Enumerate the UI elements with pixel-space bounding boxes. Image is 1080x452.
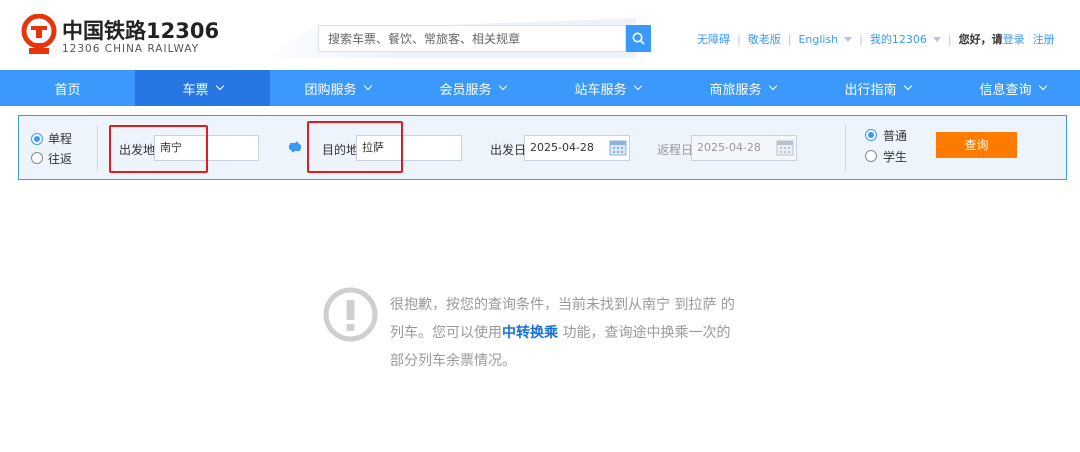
logo-title[interactable]: 中国铁路12306 [62,15,219,45]
return-date-label: 返程日 [657,143,694,157]
warning-icon [323,287,378,342]
nav-item-6[interactable]: 出行指南 [810,70,945,106]
no-result-line3: 部分列车余票情况。 [390,353,516,369]
no-result-message: 很抱歉，按您的查询条件，当前未找到从南宁 到拉萨 的 列车。您可以使用中转换乘 … [390,291,770,375]
no-result-text: 列车。您可以使用 [390,325,502,341]
chevron-down-icon [768,81,777,91]
highlight-box [307,121,403,173]
chevron-down-icon[interactable] [932,36,941,42]
search-button[interactable] [626,25,651,52]
calendar-icon[interactable] [609,139,627,156]
register-link[interactable]: 注册 [1033,31,1055,47]
nav-item-label: 团购服务 [304,82,357,98]
normal-ticket-label[interactable]: 普通 [883,127,907,144]
top-links: 无障碍 | 敬老版 | English | 我的12306 | 您好，请登录 注册 [697,31,1055,47]
one-way-label[interactable]: 单程 [48,130,72,147]
nav-item-label: 站车服务 [574,82,627,98]
nav-item-0[interactable]: 首页 [0,70,135,106]
transfer-link[interactable]: 中转换乘 [502,325,558,341]
chevron-down-icon[interactable] [844,36,853,42]
divider [845,125,846,171]
chevron-down-icon [633,81,642,91]
my12306-link[interactable]: 我的12306 [870,31,927,47]
nav-item-4[interactable]: 站车服务 [540,70,675,106]
nav-item-label: 首页 [54,82,81,98]
no-result-text: 功能，查询途中换乘一次的 [558,325,731,341]
normal-ticket-radio[interactable] [865,129,877,141]
separator: | [947,32,952,46]
elder-mode-link[interactable]: 敬老版 [748,31,781,47]
highlight-box [109,125,208,173]
separator: | [859,32,863,46]
english-link[interactable]: English [798,33,838,46]
divider [97,125,98,171]
separator: | [787,32,792,46]
logo-subtitle: 12306 CHINA RAILWAY [62,43,200,55]
nav-item-label: 车票 [182,82,209,98]
student-ticket-radio[interactable] [865,150,877,162]
no-result-line2: 列车。您可以使用中转换乘 功能，查询途中换乘一次的 [390,319,770,347]
depart-date-label: 出发日 [490,143,527,157]
main-nav: 首页 车票 团购服务 会员服务 站车服务 商旅服务 出行指南 信息查询 [0,70,1080,106]
student-ticket-label[interactable]: 学生 [883,148,907,165]
railway-logo-icon[interactable] [20,14,58,56]
nav-item-label: 信息查询 [979,82,1032,98]
nav-item-5[interactable]: 商旅服务 [675,70,810,106]
chevron-down-icon [498,81,507,91]
login-link[interactable]: 登录 [1003,31,1025,47]
nav-item-label: 商旅服务 [709,82,762,98]
chevron-down-icon [363,81,372,91]
no-result-line1: 很抱歉，按您的查询条件，当前未找到从南宁 到拉萨 的 [390,297,735,313]
search-box [318,25,626,52]
greeting-text: 您好，请 [958,33,1003,46]
query-button[interactable]: 查询 [936,132,1017,158]
search-input[interactable] [319,26,625,51]
calendar-icon[interactable] [776,139,794,156]
nav-item-3[interactable]: 会员服务 [405,70,540,106]
chevron-down-icon [1038,81,1047,91]
swap-icon[interactable] [288,141,302,153]
round-trip-radio[interactable] [31,152,43,164]
site-header: 中国铁路12306 12306 CHINA RAILWAY 无障碍 | 敬老版 | En… [0,0,1080,70]
accessibility-link[interactable]: 无障碍 [697,31,730,47]
chevron-down-icon [215,81,224,91]
nav-item-label: 出行指南 [844,82,897,98]
nav-item-7[interactable]: 信息查询 [945,70,1080,106]
nav-item-label: 会员服务 [439,82,492,98]
nav-item-2[interactable]: 团购服务 [270,70,405,106]
one-way-radio[interactable] [31,133,43,145]
separator: | [737,32,741,46]
search-icon [632,32,645,45]
round-trip-label[interactable]: 往返 [48,150,72,167]
chevron-down-icon [903,81,912,91]
nav-item-1[interactable]: 车票 [135,70,270,106]
